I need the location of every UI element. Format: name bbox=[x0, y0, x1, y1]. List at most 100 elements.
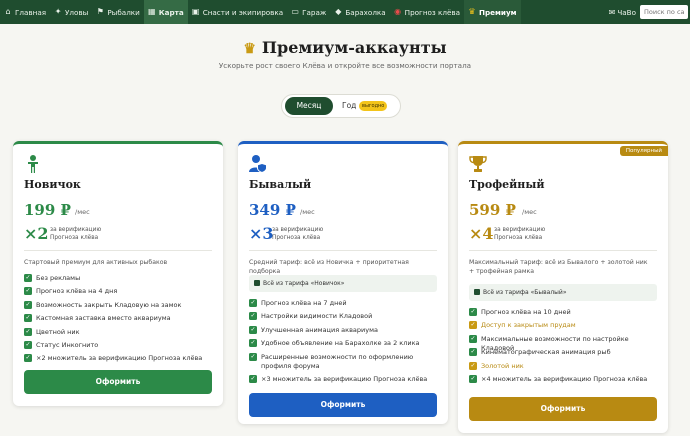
popular-badge: Популярный bbox=[619, 146, 668, 156]
fish-icon: ✦ bbox=[54, 7, 62, 16]
stack-icon bbox=[254, 280, 260, 286]
plan-price: 599 ₽ bbox=[469, 201, 516, 219]
nav-item-home[interactable]: ⌂ Главная bbox=[0, 0, 50, 24]
crown-icon: ♛ bbox=[468, 7, 476, 16]
plan-description: Стартовый премиум для активных рыбаков bbox=[24, 259, 168, 266]
plan-card-trophy: Популярный Трофейный 599 ₽ /мес ×4 за ве… bbox=[458, 141, 668, 433]
feature-item: ✓ Без рекламы bbox=[24, 274, 81, 282]
plan-multiplier-text: за верификацию Прогноза клёва bbox=[494, 227, 546, 241]
nav-label: Карта bbox=[158, 7, 184, 17]
nav-label: Гараж bbox=[302, 7, 327, 17]
plan-name: Бывалый bbox=[249, 178, 312, 191]
check-icon: ✓ bbox=[249, 299, 257, 307]
check-icon: ✓ bbox=[469, 348, 477, 357]
plan-name: Трофейный bbox=[469, 178, 545, 191]
feature-item: ✓ Максимальные возможности по настройке К… bbox=[469, 334, 629, 352]
inherit-note: Всё из тарифа «Новичок» bbox=[249, 275, 437, 292]
plan-description: Максимальный тариф: всё из Бывалого + зо… bbox=[469, 259, 648, 275]
crown-icon: ♛ bbox=[243, 41, 256, 57]
feature-list: ✓ Прогноз клёва на 10 дней ✓ Доступ к закр… bbox=[469, 308, 657, 388]
nav-item-tackle[interactable]: ▣ Снасти и экипировка bbox=[188, 0, 287, 24]
inherit-text: Всё из тарифа «Бывалый» bbox=[483, 289, 567, 296]
feature-item: ✓ Прогноз клёва на 7 дней bbox=[249, 299, 347, 307]
subscribe-button-trophy[interactable]: Оформить bbox=[469, 397, 657, 421]
top-nav: ⌂ Главная ✦ Уловы ⚑ Рыбалки ▦ Карта ▣ Сн… bbox=[0, 0, 690, 24]
chat-icon: ✉ bbox=[608, 7, 616, 17]
check-icon: ✓ bbox=[469, 374, 477, 383]
toggle-year[interactable]: Год bbox=[342, 97, 356, 115]
nav-item-premium[interactable]: ♛ Премиум bbox=[464, 0, 521, 24]
feature-item: ✓ ×4 множитель за верификацию Прогноза кл… bbox=[469, 374, 648, 383]
check-icon: ✓ bbox=[249, 339, 257, 348]
plan-card-novice: Новичок 199 ₽ /мес ×2 за верификацию Про… bbox=[13, 141, 223, 406]
nav-item-garage[interactable]: ▭ Гараж bbox=[287, 0, 330, 24]
feature-item: ✓ Настройки видимости Кладовой bbox=[249, 312, 373, 321]
nav-item-forecast[interactable]: ◉ Прогноз клёва bbox=[390, 0, 464, 24]
feature-item: ✓ Прогноз клёва на 4 дня bbox=[24, 287, 118, 296]
feature-list: ✓ Прогноз клёва на 7 дней ✓ Настройки види… bbox=[249, 299, 437, 388]
nav-item-catches[interactable]: ✦ Уловы bbox=[50, 0, 92, 24]
subscribe-button-experienced[interactable]: Оформить bbox=[249, 393, 437, 417]
map-icon: ▦ bbox=[148, 7, 156, 16]
check-icon: ✓ bbox=[24, 274, 32, 282]
nav-label: Снасти и экипировка bbox=[202, 7, 284, 17]
page-title: ♛ Премиум-аккаунты bbox=[0, 38, 690, 57]
nav-item-map[interactable]: ▦ Карта bbox=[143, 0, 188, 24]
check-icon: ✓ bbox=[249, 312, 257, 321]
flag-icon: ⚑ bbox=[96, 7, 104, 16]
inherit-note: Всё из тарифа «Бывалый» bbox=[469, 284, 657, 301]
feature-item: ✓ Кастомная заставка вместо аквариума bbox=[24, 314, 171, 323]
check-icon: ✓ bbox=[469, 321, 477, 330]
feature-item: ✓ Удобное объявление на Барахолке за 2 кл… bbox=[249, 339, 420, 348]
nav-item-fishing[interactable]: ⚑ Рыбалки bbox=[92, 0, 143, 24]
plan-card-experienced: Бывалый 349 ₽ /мес ×3 за верификацию Про… bbox=[238, 141, 448, 424]
plan-description: Средний тариф: всё из Новичка + приорите… bbox=[249, 259, 409, 275]
plan-price: 199 ₽ bbox=[24, 201, 71, 219]
stack-icon bbox=[474, 289, 480, 295]
nav-label: Рыбалки bbox=[107, 7, 140, 17]
inherit-text: Всё из тарифа «Новичок» bbox=[263, 280, 345, 287]
feature-item: ✓ Кинематографическая анимация рыб bbox=[469, 348, 611, 357]
plan-multiplier: ×4 bbox=[469, 224, 494, 243]
check-icon: ✓ bbox=[24, 314, 32, 323]
card-divider bbox=[24, 250, 212, 251]
check-icon: ✓ bbox=[469, 308, 477, 316]
feature-item: ✓ Возможность закрыть Кладовую на замок bbox=[24, 300, 182, 309]
check-icon: ✓ bbox=[24, 300, 32, 309]
year-badge: выгодно bbox=[359, 101, 388, 111]
search-input[interactable] bbox=[640, 5, 688, 19]
check-icon: ✓ bbox=[249, 325, 257, 334]
nav-faq[interactable]: ✉ ЧаВо bbox=[609, 8, 636, 17]
plan-name: Новичок bbox=[24, 178, 81, 191]
feature-item: ✓ Цветной ник bbox=[24, 327, 80, 336]
plan-multiplier: ×3 bbox=[249, 224, 274, 243]
nav-label: Прогноз клёва bbox=[404, 7, 461, 17]
plan-period: /мес bbox=[522, 208, 537, 216]
check-icon: ✓ bbox=[24, 287, 32, 296]
plan-period: /мес bbox=[75, 208, 90, 216]
plan-price: 349 ₽ bbox=[249, 201, 296, 219]
check-icon: ✓ bbox=[469, 334, 477, 343]
page-title-text: Премиум-аккаунты bbox=[261, 38, 447, 57]
subscribe-button-novice[interactable]: Оформить bbox=[24, 370, 212, 394]
plan-multiplier-text: за верификацию Прогноза клёва bbox=[272, 227, 324, 241]
check-icon: ✓ bbox=[24, 340, 32, 349]
feature-item: ✓ Статус Инкогнито bbox=[24, 340, 99, 349]
user-shield-icon bbox=[249, 155, 267, 173]
nav-label: Премиум bbox=[479, 7, 517, 17]
person-icon bbox=[28, 155, 38, 173]
search-box bbox=[640, 5, 688, 19]
tag-icon: ◆ bbox=[335, 7, 342, 16]
toggle-month[interactable]: Месяц bbox=[285, 97, 333, 115]
billing-toggle: Месяц Год выгодно bbox=[281, 94, 401, 118]
feature-item: ✓ ×3 множитель за верификацию Прогноза кл… bbox=[249, 374, 428, 383]
plan-multiplier-text: за верификацию Прогноза клёва bbox=[50, 227, 102, 241]
check-icon: ✓ bbox=[249, 352, 257, 361]
feature-item: ✓ Улучшенная анимация аквариума bbox=[249, 325, 378, 334]
car-icon: ▭ bbox=[291, 7, 299, 16]
tackle-icon: ▣ bbox=[191, 7, 200, 16]
nav-item-market[interactable]: ◆ Барахолка bbox=[330, 0, 389, 24]
plan-period: /мес bbox=[300, 208, 315, 216]
trophy-icon bbox=[469, 156, 487, 172]
home-icon: ⌂ bbox=[5, 7, 11, 16]
